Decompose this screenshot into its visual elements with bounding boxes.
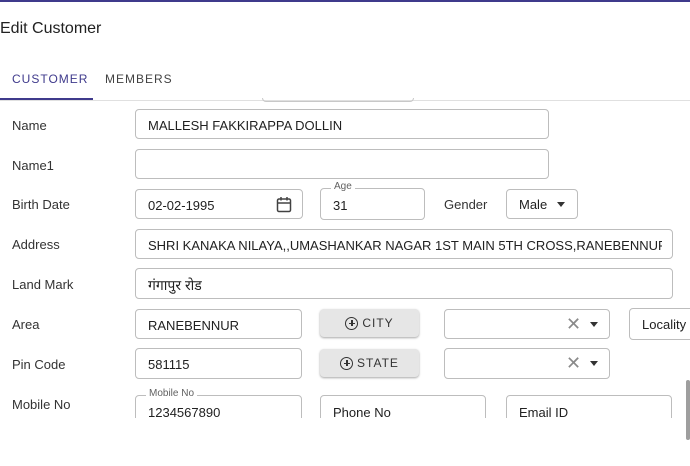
address-label: Address bbox=[12, 237, 60, 252]
calendar-icon[interactable] bbox=[276, 196, 292, 213]
birth-date-value: 02-02-1995 bbox=[148, 198, 215, 213]
gender-label: Gender bbox=[444, 197, 488, 212]
area-label: Area bbox=[12, 317, 40, 332]
birth-date-label: Birth Date bbox=[12, 197, 70, 212]
name1-label: Name1 bbox=[12, 158, 54, 173]
tab-members[interactable]: MEMBERS bbox=[105, 72, 173, 86]
add-circle-icon bbox=[340, 356, 354, 370]
city-select[interactable]: ✕ bbox=[444, 309, 610, 339]
name1-field[interactable] bbox=[135, 149, 549, 179]
top-border bbox=[0, 0, 690, 2]
pin-code-value: 581115 bbox=[148, 357, 190, 372]
land-mark-value: गंगापुर रोड bbox=[148, 277, 202, 293]
add-state-button[interactable]: STATE bbox=[320, 349, 419, 377]
age-field[interactable]: Age 31 bbox=[320, 181, 425, 220]
locality-placeholder: Locality bbox=[642, 317, 687, 332]
area-value: RANEBENNUR bbox=[148, 318, 240, 333]
gender-value: Male bbox=[519, 197, 548, 212]
age-value: 31 bbox=[333, 198, 348, 213]
pin-code-field[interactable]: 581115 bbox=[135, 348, 302, 379]
name-field[interactable]: MALLESH FAKKIRAPPA DOLLIN bbox=[135, 109, 549, 139]
tab-customer[interactable]: CUSTOMER bbox=[12, 72, 88, 86]
name-label: Name bbox=[12, 118, 47, 133]
locality-field[interactable]: Locality bbox=[629, 308, 690, 340]
mobile-label: Mobile No bbox=[12, 397, 71, 412]
address-field[interactable]: SHRI KANAKA NILAYA,,UMASHANKAR NAGAR 1ST… bbox=[135, 229, 673, 259]
close-icon[interactable]: ✕ bbox=[566, 315, 581, 333]
active-tab-indicator bbox=[0, 98, 93, 100]
close-icon[interactable]: ✕ bbox=[566, 354, 581, 372]
mobile-field-label: Mobile No bbox=[146, 388, 198, 399]
state-select[interactable]: ✕ bbox=[444, 348, 610, 379]
chevron-down-icon bbox=[557, 202, 565, 207]
pin-code-label: Pin Code bbox=[12, 357, 66, 372]
city-button-label: CITY bbox=[362, 316, 394, 330]
add-city-button[interactable]: CITY bbox=[320, 309, 419, 337]
address-value: SHRI KANAKA NILAYA,,UMASHANKAR NAGAR 1ST… bbox=[148, 238, 662, 253]
scrollbar[interactable] bbox=[686, 380, 690, 440]
chevron-down-icon[interactable] bbox=[590, 361, 598, 366]
age-label: Age bbox=[331, 181, 355, 192]
page-title: Edit Customer bbox=[0, 20, 102, 37]
name-value: MALLESH FAKKIRAPPA DOLLIN bbox=[148, 118, 343, 133]
chevron-down-icon[interactable] bbox=[590, 322, 598, 327]
tab-bar: CUSTOMER MEMBERS bbox=[0, 62, 690, 101]
add-circle-icon bbox=[345, 316, 359, 330]
gender-select[interactable]: Male bbox=[506, 189, 578, 219]
land-mark-field[interactable]: गंगापुर रोड bbox=[135, 268, 673, 299]
state-button-label: STATE bbox=[357, 356, 399, 370]
birth-date-field[interactable]: 02-02-1995 bbox=[135, 189, 303, 219]
partial-element-edge bbox=[262, 98, 414, 102]
area-field[interactable]: RANEBENNUR bbox=[135, 309, 302, 339]
bottom-cover bbox=[0, 418, 690, 466]
land-mark-label: Land Mark bbox=[12, 277, 74, 292]
